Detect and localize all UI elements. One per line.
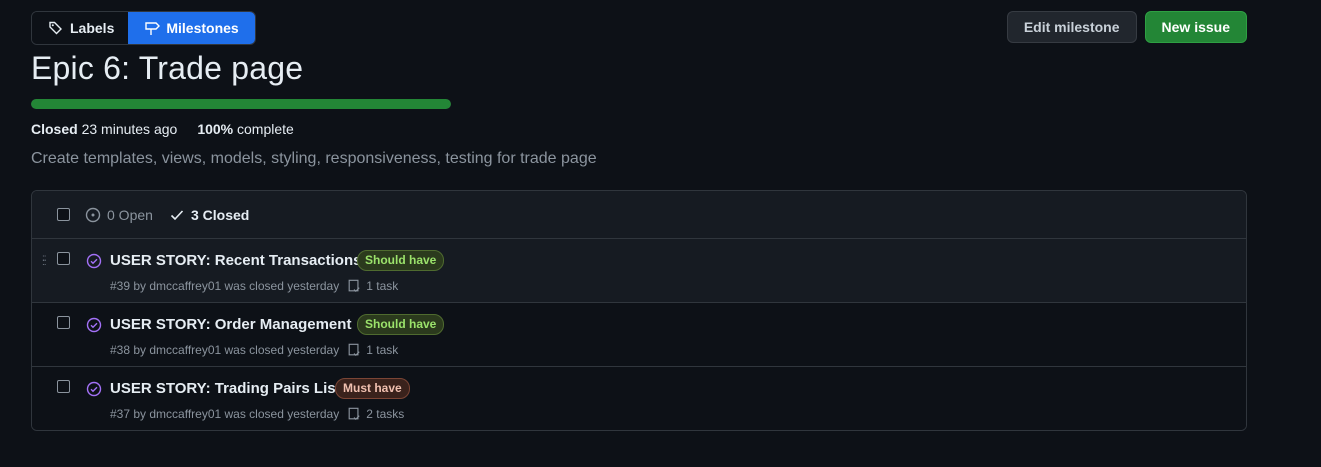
milestones-tab[interactable]: Milestones: [128, 12, 255, 44]
milestone-actions: Edit milestone New issue: [1006, 11, 1247, 43]
check-icon: [170, 209, 184, 220]
checklist-icon: [348, 343, 360, 357]
labels-tab-label: Labels: [70, 20, 115, 36]
issue-label[interactable]: Must have: [335, 378, 410, 399]
issue-checkbox[interactable]: [57, 252, 70, 265]
drag-handle-icon[interactable]: ::::: [42, 254, 46, 268]
task-count: 1 task: [366, 279, 399, 293]
checklist-icon: [348, 279, 360, 293]
task-count: 1 task: [366, 343, 399, 357]
issue-meta-text: #38 by dmccaffrey01 was closed yesterday: [110, 343, 340, 357]
milestone-meta: Closed 23 minutes ago 100% complete: [31, 121, 294, 137]
issue-label[interactable]: Should have: [357, 314, 445, 335]
complete-text: complete: [237, 121, 294, 137]
task-count: 2 tasks: [366, 407, 405, 421]
issue-closed-icon: [86, 381, 102, 397]
issue-row: :::: USER STORY: Recent Transactions Sho…: [32, 239, 1246, 302]
milestone-title: Epic 6: Trade page: [31, 50, 304, 86]
milestones-tab-label: Milestones: [166, 20, 239, 36]
checklist-icon: [348, 407, 360, 421]
issue-title[interactable]: USER STORY: Recent Transactions: [110, 252, 361, 269]
milestone-status: Closed 23 minutes ago: [31, 121, 177, 137]
issue-checkbox[interactable]: [57, 380, 70, 393]
issue-closed-icon: [86, 253, 102, 269]
issues-list: 0 Open 3 Closed :::: USER STORY: Recent …: [31, 190, 1247, 431]
issue-label[interactable]: Should have: [357, 250, 445, 271]
tag-icon: [49, 21, 62, 35]
issue-open-icon: [85, 207, 101, 222]
milestone-progress-bar: [31, 99, 451, 109]
issue-meta: #39 by dmccaffrey01 was closed yesterday…: [110, 279, 398, 293]
select-all-checkbox[interactable]: [57, 208, 70, 221]
issues-subnav: Labels Milestones: [31, 11, 256, 45]
open-filter[interactable]: 0 Open: [85, 207, 153, 223]
milestone-icon: [145, 22, 161, 35]
edit-milestone-button[interactable]: Edit milestone: [1006, 11, 1137, 43]
issues-list-header: 0 Open 3 Closed: [32, 191, 1246, 239]
closed-time: 23 minutes ago: [81, 121, 178, 137]
task-list: 1 task: [347, 279, 398, 293]
issue-title[interactable]: USER STORY: Trading Pairs List: [110, 380, 341, 397]
closed-count: 3 Closed: [191, 206, 250, 223]
milestone-completion: 100% complete: [197, 121, 294, 137]
issue-closed-icon: [86, 317, 102, 333]
status-text: Closed: [31, 121, 78, 137]
open-count: 0 Open: [107, 206, 153, 223]
progress-fill: [31, 99, 451, 109]
issue-meta: #38 by dmccaffrey01 was closed yesterday…: [110, 343, 398, 357]
new-issue-button[interactable]: New issue: [1144, 11, 1247, 43]
milestone-description: Create templates, views, models, styling…: [31, 150, 597, 167]
task-list: 2 tasks: [347, 407, 404, 421]
issue-title[interactable]: USER STORY: Order Management: [110, 316, 351, 333]
issue-row: USER STORY: Trading Pairs List Must have…: [32, 366, 1246, 430]
task-list: 1 task: [347, 343, 398, 357]
issue-meta-text: #37 by dmccaffrey01 was closed yesterday: [110, 407, 340, 421]
closed-filter[interactable]: 3 Closed: [169, 207, 249, 223]
percent-text: 100%: [197, 121, 234, 137]
labels-tab[interactable]: Labels: [32, 12, 129, 44]
issue-checkbox[interactable]: [57, 316, 70, 329]
issue-meta-text: #39 by dmccaffrey01 was closed yesterday: [110, 279, 340, 293]
issue-meta: #37 by dmccaffrey01 was closed yesterday…: [110, 407, 404, 421]
issue-row: USER STORY: Order Management Should have…: [32, 302, 1246, 366]
